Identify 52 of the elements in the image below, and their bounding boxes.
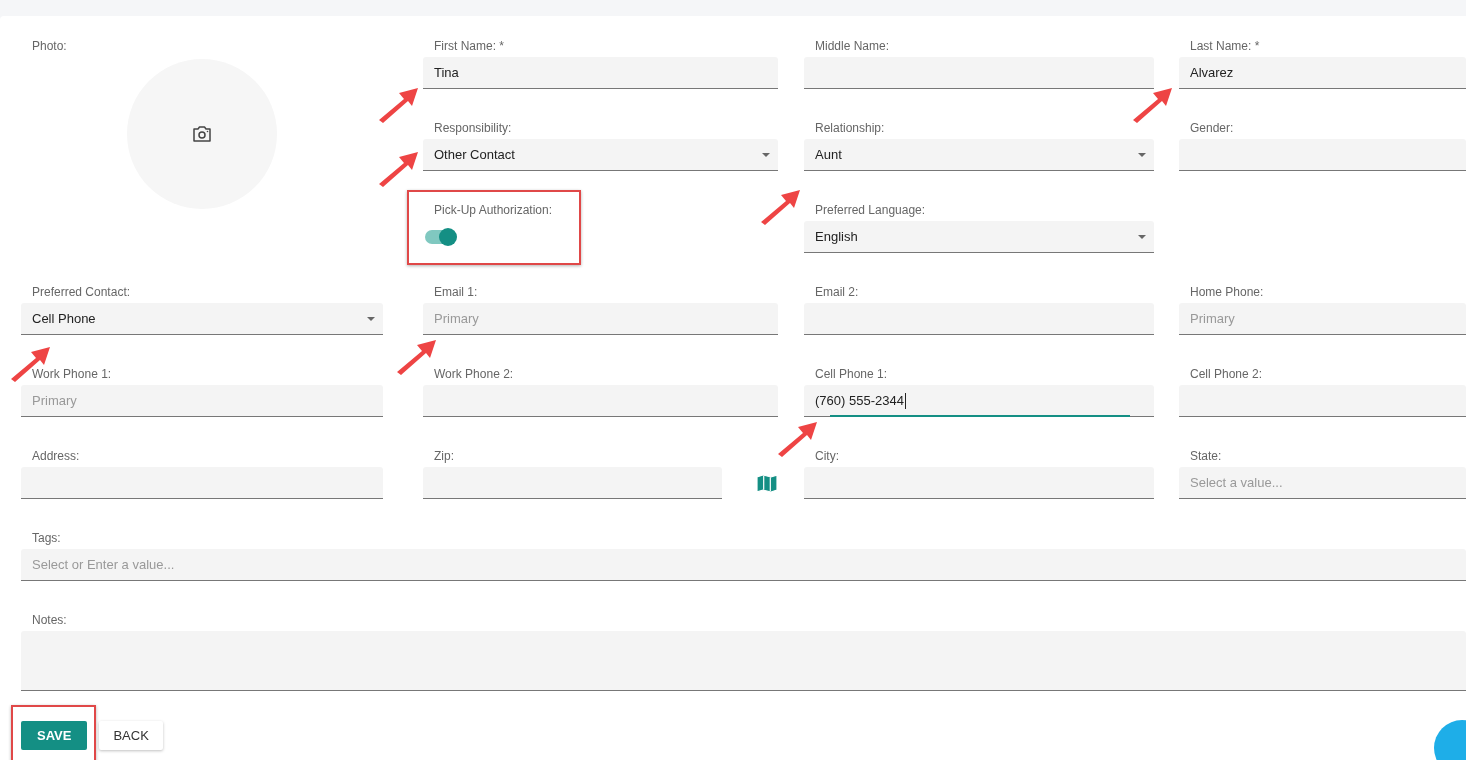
field-label: Photo: (32, 38, 67, 54)
input-field[interactable]: Tina (423, 57, 778, 89)
annotation-arrow (1131, 86, 1173, 124)
input-field[interactable] (804, 467, 1154, 499)
field-label: Zip: (434, 448, 454, 464)
field-label: Work Phone 1: (32, 366, 112, 382)
annotation-arrow (377, 150, 419, 188)
field-label: Preferred Contact: (32, 284, 131, 300)
camera-icon (192, 125, 212, 143)
dropdown-field[interactable]: English (804, 221, 1154, 253)
field-label: First Name: * (434, 38, 504, 54)
field-label: Middle Name: (815, 38, 890, 54)
field-label: Last Name: * (1190, 38, 1260, 54)
field-label: City: (815, 448, 839, 464)
field-label: Gender: (1190, 120, 1234, 136)
field-label: Preferred Language: (815, 202, 926, 218)
caret-icon (1138, 153, 1146, 157)
field-label: Cell Phone 2: (1190, 366, 1263, 382)
caret-icon (762, 153, 770, 157)
save-button[interactable]: SAVE (21, 721, 88, 750)
toggle-switch[interactable] (425, 230, 455, 244)
field-label: Tags: (32, 530, 61, 546)
field-label: Home Phone: (1190, 284, 1264, 300)
input-field[interactable] (804, 57, 1154, 89)
input-field[interactable]: (760) 555-2344 (804, 385, 1154, 417)
caret-icon (367, 317, 375, 321)
input-field[interactable] (1179, 385, 1466, 417)
caret-icon (1138, 235, 1146, 239)
annotation-arrow (377, 86, 419, 124)
input-field[interactable] (804, 303, 1154, 335)
field-label: Pick-Up Authorization: (434, 202, 553, 218)
field-label: Address: (32, 448, 80, 464)
dropdown-field[interactable]: Aunt (804, 139, 1154, 171)
field-label: Email 1: (434, 284, 478, 300)
back-button[interactable]: BACK (99, 721, 163, 750)
field-label: Work Phone 2: (434, 366, 514, 382)
input-field[interactable] (21, 467, 383, 499)
annotation-arrow (759, 188, 801, 226)
notes-field[interactable] (21, 631, 1466, 691)
field-label: Notes: (32, 612, 67, 628)
field-label: State: (1190, 448, 1222, 464)
dropdown-field[interactable]: Cell Phone (21, 303, 383, 335)
field-label: Relationship: (815, 120, 885, 136)
input-field[interactable] (1179, 139, 1466, 171)
input-field[interactable] (423, 385, 778, 417)
dropdown-field[interactable]: Other Contact (423, 139, 778, 171)
map-icon[interactable] (757, 474, 777, 492)
input-field[interactable]: Alvarez (1179, 57, 1466, 89)
field-label: Cell Phone 1: (815, 366, 888, 382)
input-field[interactable] (423, 467, 722, 499)
field-label: Responsibility: (434, 120, 512, 136)
field-label: Email 2: (815, 284, 859, 300)
